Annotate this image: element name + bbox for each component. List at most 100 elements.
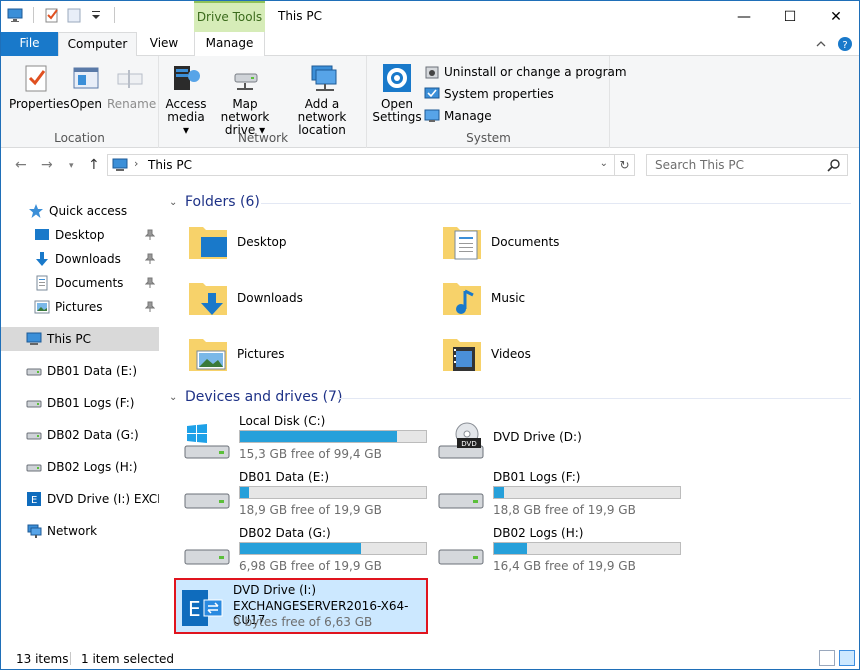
open-button[interactable]: Open	[67, 62, 105, 111]
pin-icon[interactable]	[145, 301, 155, 313]
computer-icon[interactable]	[7, 7, 23, 23]
title-bar: Drive Tools This PC — ☐ ✕	[1, 1, 859, 32]
folders-group-header[interactable]: ⌄ Folders (6)	[169, 194, 260, 210]
window-title: This PC	[278, 9, 322, 23]
nav-item-db01-logs[interactable]: DB01 Logs (F:)	[1, 391, 159, 415]
system-properties-icon	[424, 87, 440, 99]
nav-item-this-pc[interactable]: This PC	[1, 327, 159, 351]
pin-icon[interactable]	[145, 277, 155, 289]
drive-name: DB01 Logs (F:)	[493, 470, 581, 484]
nav-label: DB01 Data (E:)	[47, 364, 138, 378]
close-button[interactable]: ✕	[813, 1, 859, 32]
nav-item-documents[interactable]: Documents	[1, 271, 159, 295]
drive-d[interactable]: DVD DVD Drive (D:)	[431, 414, 681, 466]
content-pane: ⌄ Folders (6) Desktop Documents Download…	[161, 182, 859, 644]
svg-text:E: E	[188, 597, 201, 621]
address-path[interactable]: This PC	[148, 158, 192, 172]
folder-documents[interactable]: Documents	[439, 218, 679, 266]
drives-group-header[interactable]: ⌄ Devices and drives (7)	[169, 389, 342, 405]
help-icon[interactable]: ?	[837, 36, 853, 52]
tab-computer[interactable]: Computer	[58, 32, 137, 57]
drive-c[interactable]: Local Disk (C:) 15,3 GB free of 99,4 GB	[177, 414, 427, 466]
search-input[interactable]: Search This PC	[646, 154, 848, 176]
hard-drive-icon	[26, 400, 42, 408]
properties-icon[interactable]	[44, 7, 60, 23]
refresh-icon[interactable]: ↻	[615, 154, 635, 176]
download-arrow-icon	[36, 252, 48, 266]
nav-item-db02-logs[interactable]: DB02 Logs (H:)	[1, 455, 159, 479]
folder-music[interactable]: Music	[439, 274, 679, 322]
nav-item-quick-access[interactable]: Quick access	[1, 199, 159, 223]
open-settings-button[interactable]: Open Settings	[372, 62, 422, 124]
breadcrumb-chevron-icon[interactable]: ›	[134, 157, 138, 170]
tab-manage[interactable]: Manage	[194, 32, 265, 56]
minimize-button[interactable]: —	[721, 1, 767, 32]
properties-button[interactable]: Properties	[9, 62, 70, 111]
manage-button[interactable]: Manage	[424, 108, 492, 124]
pin-icon[interactable]	[145, 253, 155, 265]
chevron-down-icon[interactable]: ⌄	[169, 392, 179, 403]
nav-label: Network	[47, 524, 98, 538]
customize-toolbar-icon[interactable]	[88, 7, 104, 23]
drive-h[interactable]: DB02 Logs (H:) 16,4 GB free of 19,9 GB	[431, 526, 681, 578]
drive-name: DVD Drive (D:)	[493, 430, 582, 444]
up-arrow-icon[interactable]: ↑	[88, 157, 100, 173]
folder-desktop[interactable]: Desktop	[185, 218, 425, 266]
computer-icon	[112, 158, 128, 171]
nav-item-dvd-drive[interactable]: E DVD Drive (I:) EXCHA	[1, 487, 159, 511]
back-arrow-icon[interactable]: ←	[15, 157, 27, 173]
folder-downloads[interactable]: Downloads	[185, 274, 425, 322]
address-bar[interactable]: › This PC ⌄	[107, 154, 615, 176]
toolbar-divider	[33, 7, 34, 23]
search-icon[interactable]	[827, 158, 841, 172]
details-view-icon[interactable]	[819, 650, 835, 666]
window-controls: — ☐ ✕	[721, 1, 859, 32]
nav-item-db01-data[interactable]: DB01 Data (E:)	[1, 359, 159, 383]
tab-view[interactable]: View	[141, 32, 187, 56]
folder-videos[interactable]: Videos	[439, 330, 679, 378]
maximize-button[interactable]: ☐	[767, 1, 813, 32]
drive-i-selected[interactable]: E DVD Drive (I:) EXCHANGESERVER2016-X64-…	[174, 578, 428, 634]
chevron-up-icon[interactable]	[815, 38, 827, 50]
nav-item-desktop[interactable]: Desktop	[1, 223, 159, 247]
nav-item-db02-data[interactable]: DB02 Data (G:)	[1, 423, 159, 447]
desktop-folder-icon	[189, 227, 227, 259]
drive-name: Local Disk (C:)	[239, 414, 326, 428]
properties-label: Properties	[9, 97, 70, 111]
svg-text:DVD: DVD	[461, 440, 476, 448]
nav-item-network[interactable]: Network	[1, 519, 159, 543]
forward-arrow-icon[interactable]: →	[41, 157, 53, 173]
nav-item-pictures[interactable]: Pictures	[1, 295, 159, 319]
add-network-location-button[interactable]: Add a network location	[282, 62, 362, 137]
drive-f[interactable]: DB01 Logs (F:) 18,8 GB free of 19,9 GB	[431, 470, 681, 522]
drive-tools-context-tab: Drive Tools	[194, 1, 265, 32]
rename-button[interactable]: Rename	[107, 62, 156, 111]
tiles-view-icon[interactable]	[839, 650, 855, 666]
access-media-button[interactable]: Access media ▾	[164, 62, 208, 137]
drive-free-space: 18,8 GB free of 19,9 GB	[493, 503, 636, 517]
recent-locations-chevron-icon[interactable]: ▾	[69, 161, 74, 171]
uninstall-program-button[interactable]: Uninstall or change a program	[424, 64, 627, 80]
capacity-bar	[493, 486, 681, 499]
drive-g[interactable]: DB02 Data (G:) 6,98 GB free of 19,9 GB	[177, 526, 427, 578]
drive-e[interactable]: DB01 Data (E:) 18,9 GB free of 19,9 GB	[177, 470, 427, 522]
folder-label: Desktop	[237, 235, 287, 249]
folder-pictures[interactable]: Pictures	[185, 330, 425, 378]
map-network-drive-button[interactable]: Map network drive ▾	[210, 62, 280, 137]
computer-icon	[26, 332, 42, 345]
chevron-down-icon[interactable]: ⌄	[169, 197, 179, 208]
folders-header-label: Folders (6)	[185, 194, 260, 210]
system-properties-button[interactable]: System properties	[424, 86, 554, 102]
location-group-label: Location	[54, 131, 105, 145]
properties-icon	[25, 65, 47, 92]
new-folder-icon[interactable]	[66, 7, 82, 23]
search-placeholder: Search This PC	[655, 158, 744, 172]
nav-item-downloads[interactable]: Downloads	[1, 247, 159, 271]
pin-icon[interactable]	[145, 229, 155, 241]
rename-icon	[117, 70, 143, 88]
chevron-down-icon[interactable]: ⌄	[600, 158, 608, 169]
tab-file[interactable]: File	[1, 32, 58, 56]
ribbon-group-location: Properties Open Rename Location	[1, 56, 159, 148]
open-label: Open	[69, 97, 103, 111]
ribbon: Properties Open Rename Location Access m…	[1, 56, 859, 148]
